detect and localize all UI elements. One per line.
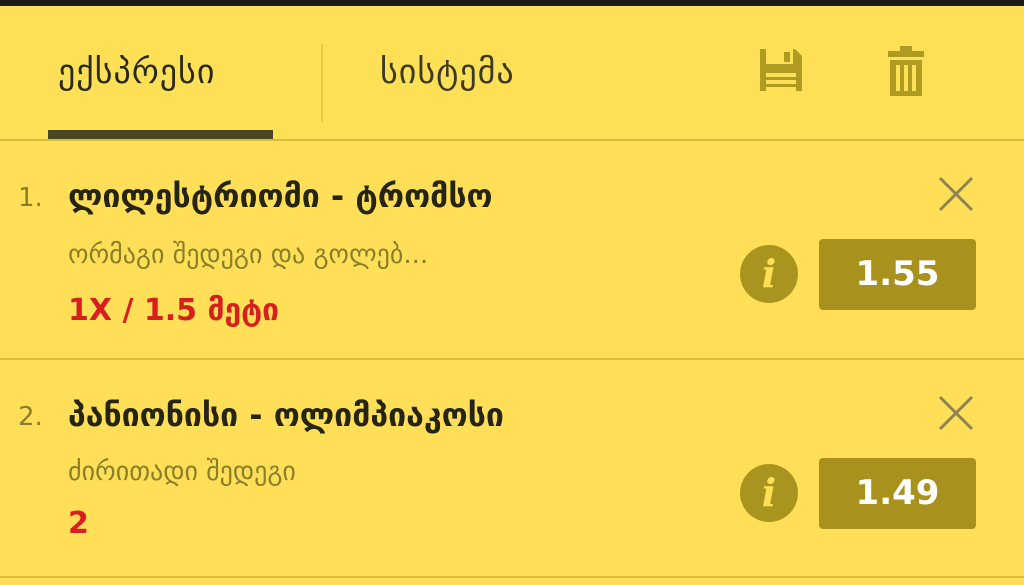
bet-match-title: ლილესტრიომი - ტრომსო: [68, 177, 493, 215]
close-icon[interactable]: [936, 393, 976, 433]
odds-button[interactable]: 1.49: [819, 458, 976, 529]
bet-index: 1.: [18, 183, 43, 213]
bet-separator: [0, 576, 1024, 578]
bet-item: 2. პანიონისი - ოლიმპიაკოსი ძირითადი შედე…: [0, 360, 1024, 577]
trash-icon[interactable]: [887, 46, 925, 100]
tab-system[interactable]: სისტემა: [380, 52, 515, 92]
bet-match-title: პანიონისი - ოლიმპიაკოსი: [68, 396, 504, 434]
bet-market: ორმაგი შედეგი და გოლებ...: [68, 240, 429, 270]
bet-market: ძირითადი შედეგი: [68, 457, 296, 487]
betslip-header: ექსპრესი სისტემა: [0, 6, 1024, 139]
odds-button[interactable]: 1.55: [819, 239, 976, 310]
bet-selection: 1X / 1.5 მეტი: [68, 293, 280, 328]
bet-index: 2.: [18, 402, 43, 432]
tab-express[interactable]: ექსპრესი: [58, 52, 215, 92]
bet-item: 1. ლილესტრიომი - ტრომსო ორმაგი შედეგი და…: [0, 141, 1024, 358]
save-icon[interactable]: [757, 46, 805, 98]
active-tab-indicator: [48, 130, 273, 139]
info-icon[interactable]: i: [740, 464, 798, 522]
tab-divider: [321, 44, 323, 122]
bet-selection: 2: [68, 506, 89, 541]
close-icon[interactable]: [936, 174, 976, 214]
info-icon[interactable]: i: [740, 245, 798, 303]
